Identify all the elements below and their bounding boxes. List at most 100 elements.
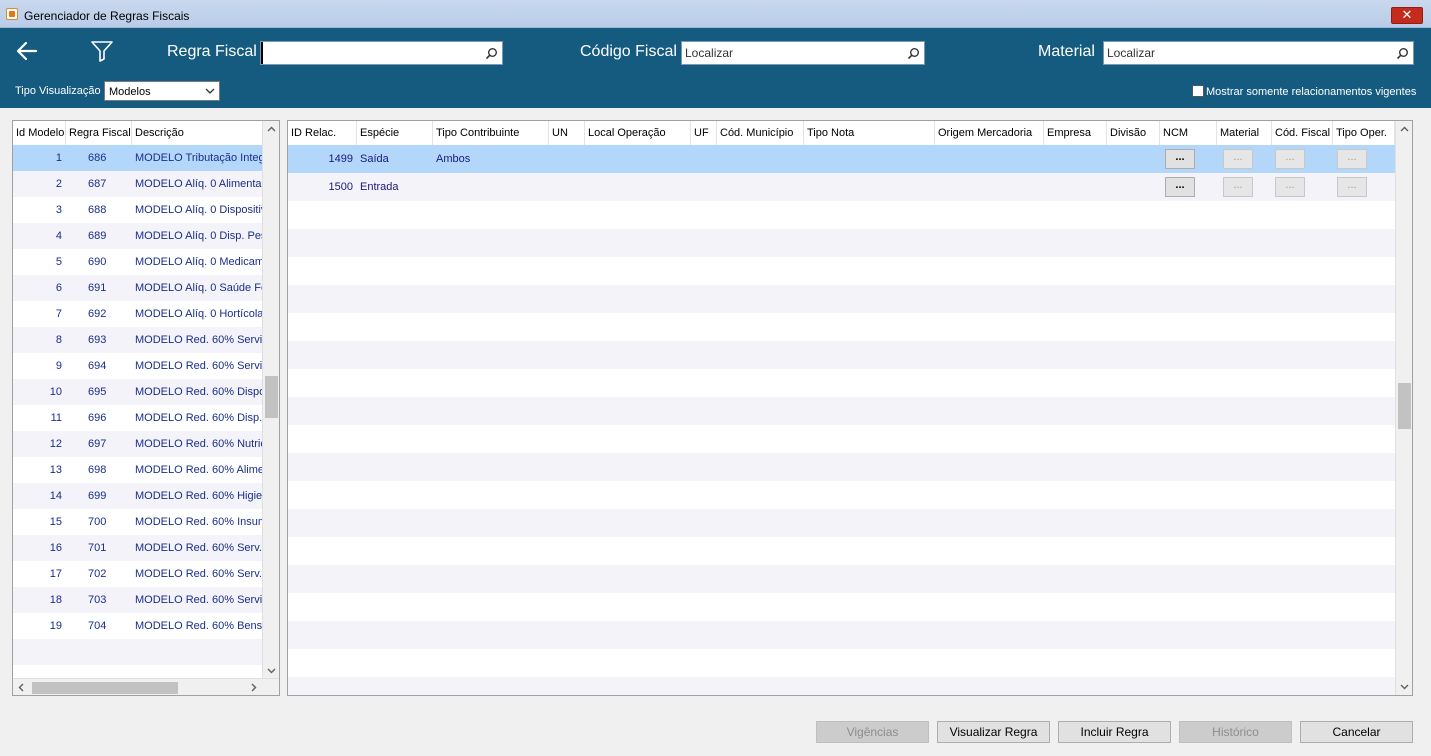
col-ncm[interactable]: NCM [1160,121,1217,145]
chevron-up-icon[interactable] [1396,121,1413,138]
table-row[interactable] [288,257,1395,285]
table-row[interactable] [288,537,1395,565]
table-row[interactable] [288,481,1395,509]
table-row[interactable]: 4 689 MODELO Alíq. 0 Disp. Pessoa [13,223,263,249]
tipo-oper-ellipsis-button[interactable]: ... [1337,149,1367,169]
table-row[interactable]: 12 697 MODELO Red. 60% Nutrição [13,431,263,457]
table-row[interactable]: 1500 Entrada............ [288,173,1395,201]
col-cod-fiscal[interactable]: Cód. Fiscal [1272,121,1333,145]
table-row[interactable]: 9 694 MODELO Red. 60% Serviços [13,353,263,379]
chevron-down-icon[interactable] [263,662,280,679]
modelos-vscroll-thumb[interactable] [265,376,278,418]
table-row[interactable] [288,397,1395,425]
close-button[interactable]: ✕ [1391,7,1423,24]
col-regra-fiscal[interactable]: Regra Fiscal [66,121,132,145]
table-row[interactable]: 17 702 MODELO Red. 60% Serv. Educação [13,561,263,587]
material-input[interactable] [1104,42,1413,64]
col-un[interactable]: UN [549,121,585,145]
table-row[interactable] [288,341,1395,369]
search-icon[interactable] [485,47,498,60]
col-especie[interactable]: Espécie [357,121,433,145]
table-row[interactable]: 3 688 MODELO Alíq. 0 Dispositivos [13,197,263,223]
ncm-ellipsis-button[interactable]: ... [1165,149,1195,169]
table-row[interactable] [288,229,1395,257]
table-row[interactable]: 6 691 MODELO Alíq. 0 Saúde Feminina [13,275,263,301]
col-descricao[interactable]: Descrição [132,121,263,145]
visualizar-regra-button[interactable]: Visualizar Regra [937,721,1050,743]
codigo-fiscal-input[interactable] [682,42,924,64]
col-uf[interactable]: UF [691,121,717,145]
vigencias-button[interactable]: Vigências [816,721,929,743]
table-row[interactable] [288,677,1395,695]
table-row[interactable] [288,201,1395,229]
table-row[interactable]: 1 686 MODELO Tributação Integral [13,145,263,171]
table-row[interactable] [288,285,1395,313]
filter-icon[interactable] [90,39,114,63]
table-row[interactable]: 14 699 MODELO Red. 60% Higiene [13,483,263,509]
col-local-operacao[interactable]: Local Operação [585,121,691,145]
material-ellipsis-button[interactable]: ... [1223,149,1253,169]
table-row[interactable]: 10 695 MODELO Red. 60% Dispositivos [13,379,263,405]
material-ellipsis-button[interactable]: ... [1223,177,1253,197]
col-cod-municipio[interactable]: Cód. Município [717,121,804,145]
codigo-fiscal-search[interactable] [681,41,925,65]
col-empresa[interactable]: Empresa [1044,121,1107,145]
col-tipo-nota[interactable]: Tipo Nota [804,121,935,145]
table-row[interactable] [288,565,1395,593]
table-row[interactable] [288,425,1395,453]
table-row[interactable] [288,369,1395,397]
relacionamentos-vertical-scrollbar[interactable] [1395,121,1412,695]
table-row[interactable] [288,621,1395,649]
col-origem-mercadoria[interactable]: Origem Mercadoria [935,121,1044,145]
tipo-oper-ellipsis-button[interactable]: ... [1337,177,1367,197]
arrow-left-icon[interactable] [14,38,40,64]
table-row[interactable]: 19 704 MODELO Red. 60% Bens S. [13,613,263,639]
table-row[interactable]: 15 700 MODELO Red. 60% Insumos [13,509,263,535]
cod-fiscal-ellipsis-button[interactable]: ... [1275,149,1305,169]
regra-fiscal-search[interactable] [260,41,503,65]
table-row[interactable] [288,649,1395,677]
chevron-down-icon[interactable] [1396,678,1413,695]
search-icon[interactable] [1396,47,1409,60]
table-row[interactable]: 2 687 MODELO Alíq. 0 Alimentação [13,171,263,197]
cancelar-button[interactable]: Cancelar [1300,721,1413,743]
cell-descricao: MODELO Alíq. 0 Alimentação [135,178,263,190]
table-row[interactable] [13,639,263,665]
table-row[interactable]: 13 698 MODELO Red. 60% Alimentos [13,457,263,483]
chevron-left-icon[interactable] [13,679,30,696]
table-row[interactable]: 1499 Saída Ambos............ [288,145,1395,173]
tipo-visualizacao-select[interactable]: Modelos [104,81,220,101]
table-row[interactable]: 18 703 MODELO Red. 60% Serviços [13,587,263,613]
table-row[interactable]: 11 696 MODELO Red. 60% Disp. Acessib. [13,405,263,431]
col-divisao[interactable]: Divisão [1107,121,1160,145]
cod-fiscal-ellipsis-button[interactable]: ... [1275,177,1305,197]
table-row[interactable] [288,509,1395,537]
incluir-regra-button[interactable]: Incluir Regra [1058,721,1171,743]
historico-button[interactable]: Histórico [1179,721,1292,743]
col-id-modelo[interactable]: Id Modelo [13,121,66,145]
col-id-relac[interactable]: ID Relac. [288,121,357,145]
table-row[interactable] [288,453,1395,481]
modelos-hscroll-thumb[interactable] [32,682,178,694]
col-tipo-oper[interactable]: Tipo Oper. [1333,121,1395,145]
vigentes-label[interactable]: Mostrar somente relacionamentos vigentes [1206,86,1416,98]
table-row[interactable] [288,593,1395,621]
material-search[interactable] [1103,41,1414,65]
modelos-horizontal-scrollbar[interactable] [13,678,279,695]
regra-fiscal-input[interactable] [261,42,502,64]
modelos-vertical-scrollbar[interactable] [262,121,279,679]
col-tipo-contribuinte[interactable]: Tipo Contribuinte [433,121,549,145]
table-row[interactable]: 16 701 MODELO Red. 60% Serv. Saúde [13,535,263,561]
table-row[interactable]: 7 692 MODELO Alíq. 0 Hortícolas [13,301,263,327]
chevron-right-icon[interactable] [245,679,262,696]
vigentes-checkbox[interactable] [1192,85,1204,97]
table-row[interactable]: 5 690 MODELO Alíq. 0 Medicamentos [13,249,263,275]
cell-id-modelo: 10 [49,386,62,398]
col-material[interactable]: Material [1217,121,1272,145]
search-icon[interactable] [907,47,920,60]
relacionamentos-vscroll-thumb[interactable] [1398,383,1411,429]
table-row[interactable] [288,313,1395,341]
ncm-ellipsis-button[interactable]: ... [1165,177,1195,197]
table-row[interactable]: 8 693 MODELO Red. 60% Serviços [13,327,263,353]
chevron-up-icon[interactable] [263,121,280,138]
